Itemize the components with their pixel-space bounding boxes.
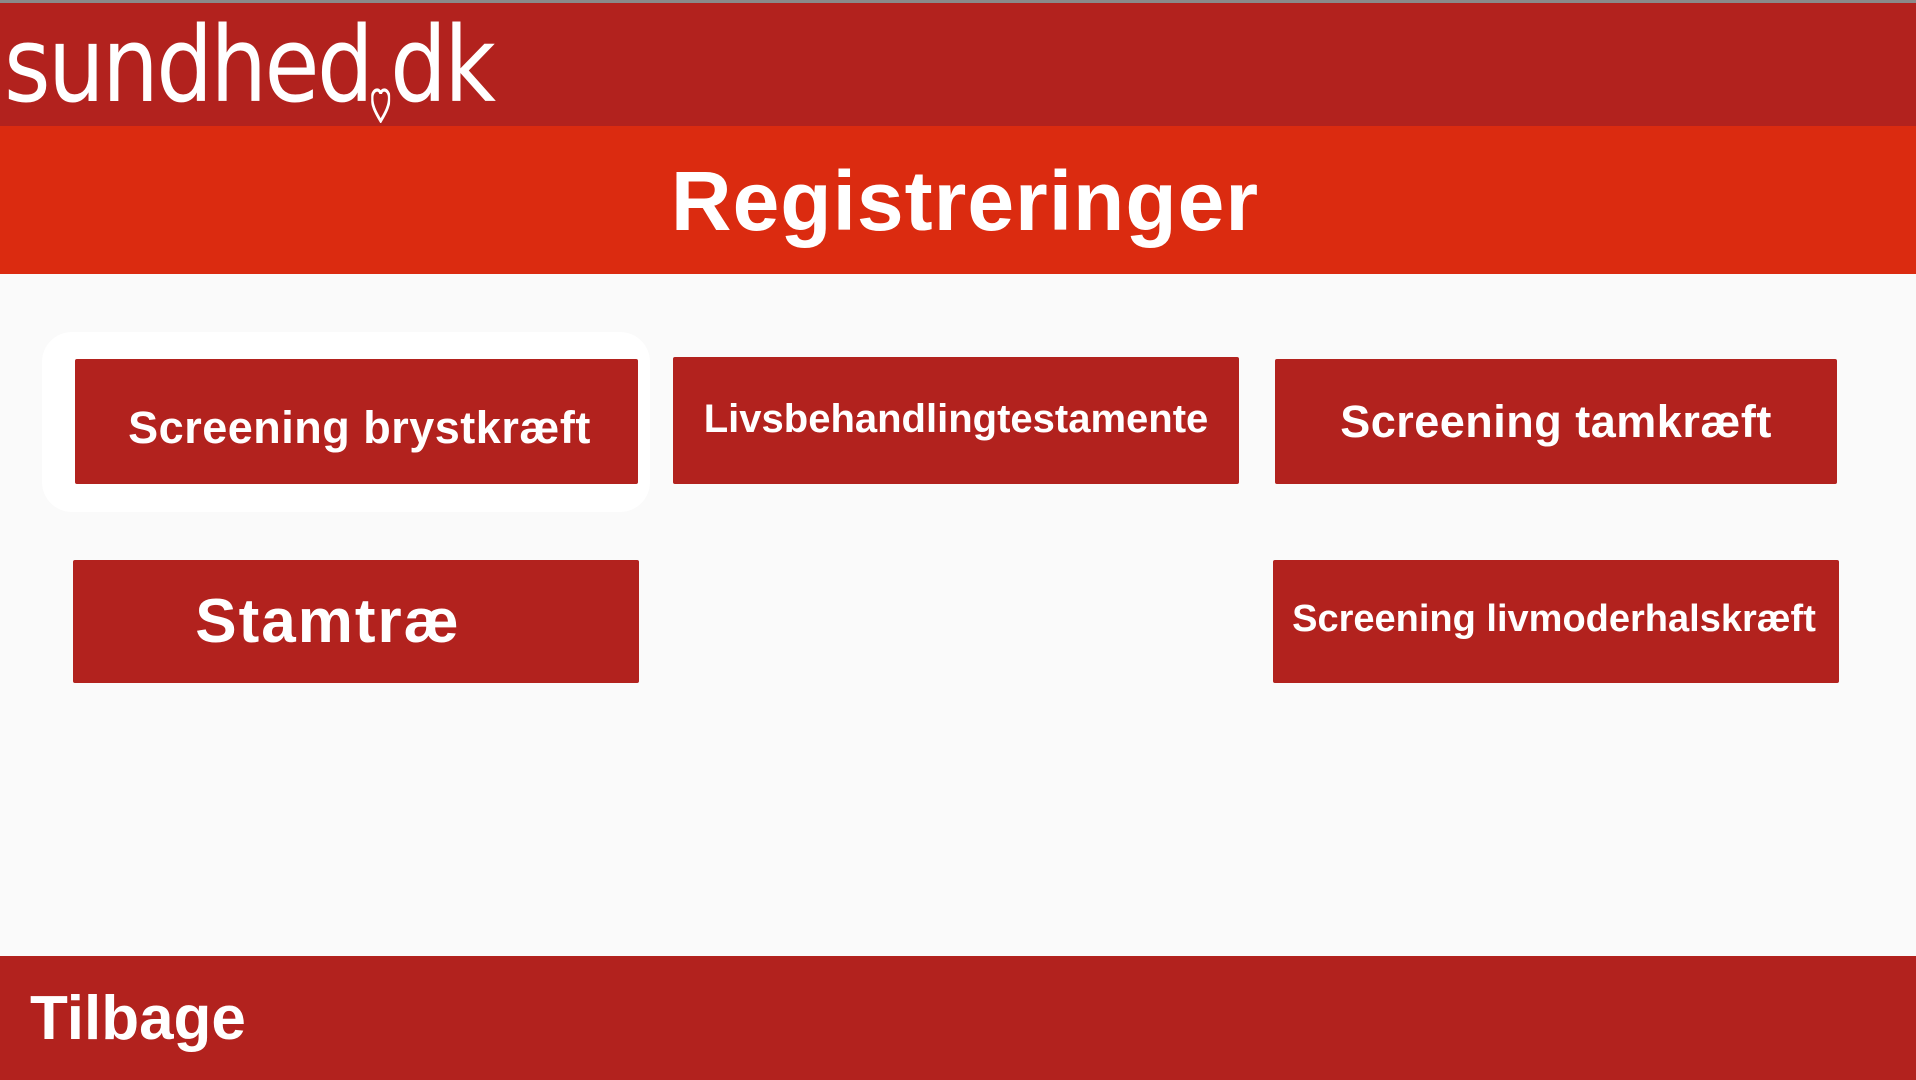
tile-label: Screening livmoderhalskræft [1292, 598, 1816, 640]
logo-text-right: dk [390, 3, 496, 126]
logo-wordmark: sundhed dk [4, 3, 496, 126]
logo-text-left: sundhed [4, 3, 374, 126]
family-tree-button[interactable]: Stamtræ [73, 560, 639, 683]
screening-cervical-cancer-button[interactable]: Screening livmoderhalskræft [1273, 560, 1839, 683]
footer-bar: Tilbage [0, 956, 1916, 1080]
sundhed-logo[interactable]: sundhed dk [4, 3, 573, 126]
screening-colon-cancer-button[interactable]: Screening tamkræft [1275, 359, 1837, 484]
tile-label: Screening tamkræft [1340, 395, 1772, 447]
tile-label: Livsbehandlingtestamente [703, 397, 1209, 441]
brand-bar: sundhed dk [0, 3, 1916, 126]
tile-label: Screening brystkræft [128, 401, 591, 453]
tile-label: Stamtræ [195, 587, 461, 656]
living-will-button[interactable]: Livsbehandlingtestamente [673, 357, 1239, 484]
heart-icon [370, 35, 391, 124]
title-bar: Registreringer [0, 126, 1916, 274]
page: sundhed dk Registreringer Screening brys… [0, 0, 1916, 1080]
page-title: Registreringer [670, 153, 1260, 248]
screening-breast-cancer-button[interactable]: Screening brystkræft [75, 359, 638, 484]
back-button[interactable]: Tilbage [30, 956, 246, 1080]
